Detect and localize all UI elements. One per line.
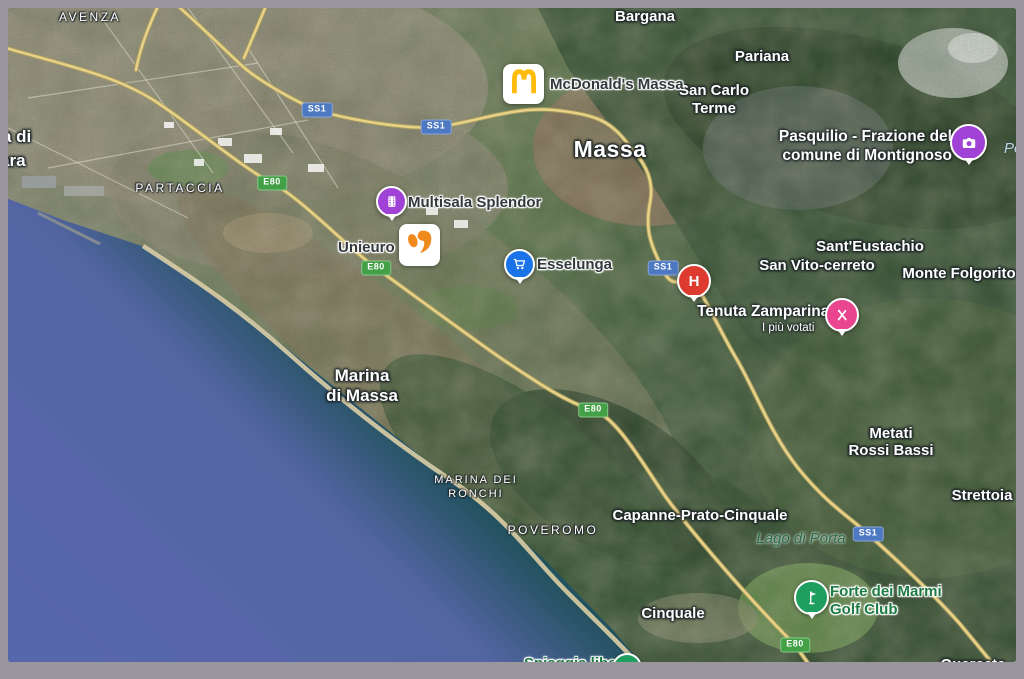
label-marina-dei-ronchi-line2: RONCHI: [448, 488, 503, 501]
label-multisala-splendor[interactable]: Multisala Splendor: [408, 194, 541, 211]
label-esselunga[interactable]: Esselunga: [537, 256, 612, 273]
label-massa: Massa: [574, 136, 647, 162]
label-marina-dei-ronchi-line1: MARINA DEI: [434, 474, 518, 487]
golf-club-marker[interactable]: [794, 580, 829, 615]
mcdonalds-arches-icon: [507, 66, 541, 103]
label-lago-di-porta: Lago di Porta: [756, 530, 845, 547]
label-marina-di-massa-line2: di Massa: [326, 386, 398, 406]
unieuro-marker[interactable]: [399, 224, 440, 266]
label-sant-eustachio: Sant'Eustachio: [816, 238, 924, 255]
satellite-terrain: [8, 8, 1016, 662]
cinema-ticket-icon: [383, 193, 400, 210]
camera-icon: [959, 133, 979, 153]
label-tenuta-zamparina-rating: I più votati: [762, 322, 814, 335]
restaurant-icon: [833, 306, 851, 324]
label-strettoia: Strettoia: [952, 487, 1013, 504]
label-marina-di-massa-line1: Marina: [335, 366, 390, 386]
pasquilio-photo-marker[interactable]: [950, 124, 987, 161]
label-po-cut: Po: [1004, 140, 1016, 157]
multisala-marker[interactable]: [376, 186, 407, 217]
unieuro-logo-icon: [402, 224, 438, 266]
label-marina-di-carrara-cut-line1: a di: [8, 127, 31, 147]
label-metati-rossi-bassi-line1: Metati: [869, 425, 912, 442]
route-badge-ss1-4: SS1: [853, 527, 884, 542]
route-badge-e80-3: E80: [578, 403, 608, 418]
route-badge-e80-4: E80: [780, 638, 810, 653]
route-badge-e80-2: E80: [361, 261, 391, 276]
label-pariana: Pariana: [735, 48, 789, 65]
label-monte-folgorito: Monte Folgorito: [902, 265, 1015, 282]
label-avenza: AVENZA: [59, 11, 121, 25]
label-san-vito-cerreto: San Vito-cerreto: [759, 257, 875, 274]
label-mcdonalds-massa[interactable]: McDonald's Massa: [550, 76, 684, 93]
label-cinquale: Cinquale: [641, 605, 704, 622]
beach-icon: [620, 661, 635, 663]
label-capanne-prato-cinquale: Capanne-Prato-Cinquale: [612, 507, 787, 524]
shopping-cart-icon: [511, 256, 528, 273]
label-golf-club-line2[interactable]: Golf Club: [830, 601, 898, 618]
label-partaccia: PARTACCIA: [135, 182, 224, 196]
label-san-carlo-terme-line1: San Carlo: [679, 82, 749, 99]
mcdonalds-marker[interactable]: [503, 64, 544, 104]
label-tenuta-zamparina[interactable]: Tenuta Zamparina: [697, 303, 829, 321]
map-canvas[interactable]: AVENZA a di ara Bargana Pariana San Carl…: [8, 8, 1016, 662]
golf-flag-icon: [802, 588, 821, 607]
label-metati-rossi-bassi-line2: Rossi Bassi: [848, 442, 933, 459]
label-bargana: Bargana: [615, 8, 675, 25]
label-san-carlo-terme-line2: Terme: [692, 100, 736, 117]
label-marina-di-carrara-cut-line2: ara: [8, 151, 26, 171]
route-badge-ss1-3: SS1: [648, 261, 679, 276]
label-pasquilio-line1[interactable]: Pasquilio - Frazione del: [779, 128, 952, 146]
label-querceta-cut: Querceta: [940, 656, 1005, 662]
label-pasquilio-line2[interactable]: comune di Montignoso: [782, 147, 952, 165]
hospital-marker[interactable]: H: [677, 264, 711, 298]
label-unieuro[interactable]: Unieuro: [338, 239, 395, 256]
screenshot-root: { "badges": { "ss1": "SS1", "e80": "E80"…: [0, 0, 1024, 679]
hospital-h-icon: H: [689, 273, 700, 290]
label-golf-club-line1[interactable]: Forte dei Marmi: [830, 583, 942, 600]
route-badge-ss1-2: SS1: [421, 120, 452, 135]
label-poveromo: POVEROMO: [508, 524, 599, 538]
tenuta-zamparina-marker[interactable]: [825, 298, 859, 332]
route-badge-e80-1: E80: [257, 176, 287, 191]
route-badge-ss1-1: SS1: [302, 103, 333, 118]
esselunga-marker[interactable]: [504, 249, 535, 280]
